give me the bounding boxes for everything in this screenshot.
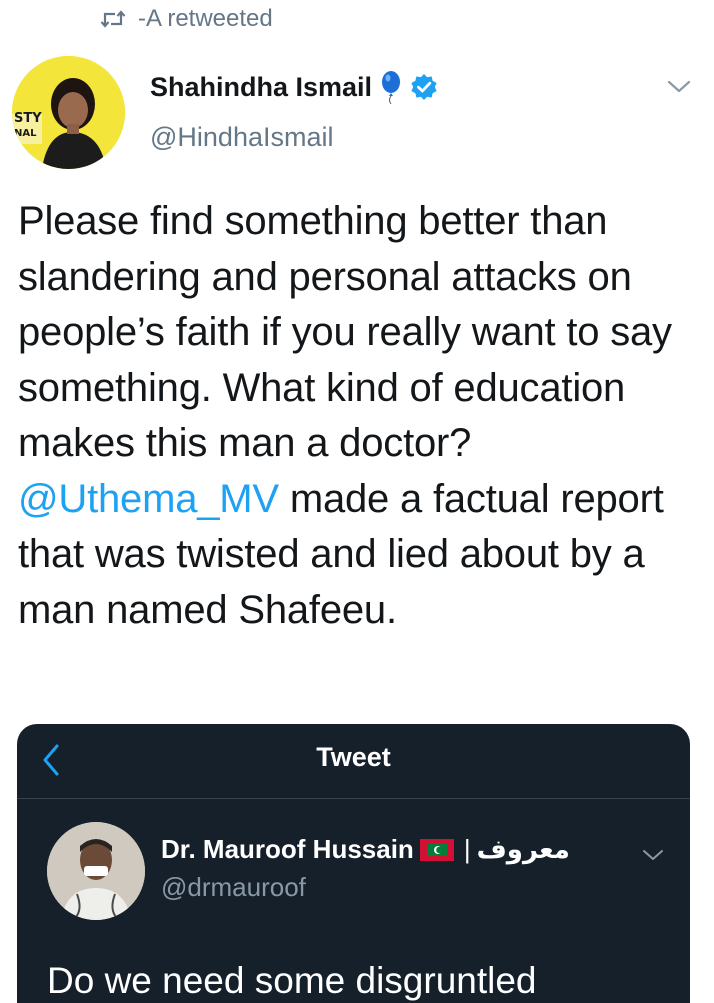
tweet-text: Please find something better than slande… (18, 194, 698, 638)
author-handle[interactable]: @HindhaIsmail (150, 122, 333, 153)
embed-header-title: Tweet (316, 742, 391, 772)
avatar-text-2: NAL (14, 128, 37, 139)
avatar[interactable]: STY NAL (12, 56, 125, 169)
tweet-page: -A retweeted STY NAL Shahindha Ismail @H… (0, 0, 714, 1003)
avatar-text-1: STY (14, 111, 42, 126)
chevron-down-icon[interactable] (664, 74, 694, 98)
retweet-label: -A retweeted (138, 5, 273, 32)
embed-name-separator: | (463, 834, 471, 864)
author-name[interactable]: Shahindha Ismail (150, 72, 372, 103)
embed-divider (17, 798, 690, 799)
embed-author-handle: @drmauroof (161, 872, 306, 902)
embed-chevron-down-icon (639, 844, 667, 866)
balloon-pin-icon (380, 70, 402, 104)
verified-icon (410, 73, 438, 101)
embed-author-name-row: Dr. Mauroof Hussain | معروف (161, 834, 570, 865)
embed-author-name: Dr. Mauroof Hussain (161, 834, 414, 864)
retweet-context: -A retweeted (100, 4, 273, 34)
embed-tweet-text: Do we need some disgruntled (47, 960, 537, 1001)
retweet-icon (100, 9, 126, 29)
author-name-row[interactable]: Shahindha Ismail (150, 70, 438, 104)
mention-link[interactable]: @Uthema_MV (18, 477, 279, 521)
embed-avatar (47, 822, 145, 920)
embed-author-arabic-name: معروف (476, 834, 570, 864)
embedded-screenshot[interactable]: Tweet Dr. Mauroof Hussain | معروف @drmau… (17, 724, 690, 1003)
maldives-flag-icon (419, 838, 454, 861)
tweet-text-segment: Please find something better than slande… (18, 199, 672, 465)
